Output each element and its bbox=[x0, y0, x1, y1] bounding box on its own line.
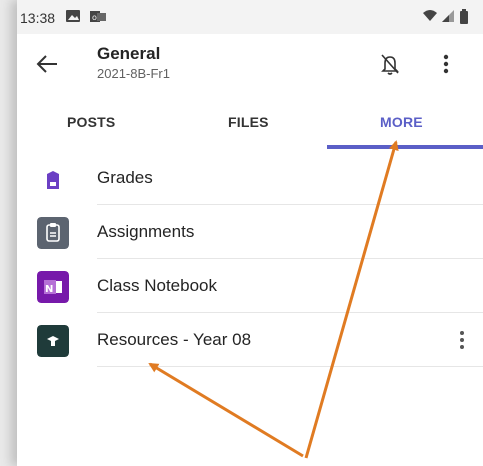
arrow-to-resources bbox=[148, 362, 304, 458]
annotation-arrows bbox=[148, 140, 399, 459]
arrow-to-more-tab bbox=[304, 140, 399, 459]
